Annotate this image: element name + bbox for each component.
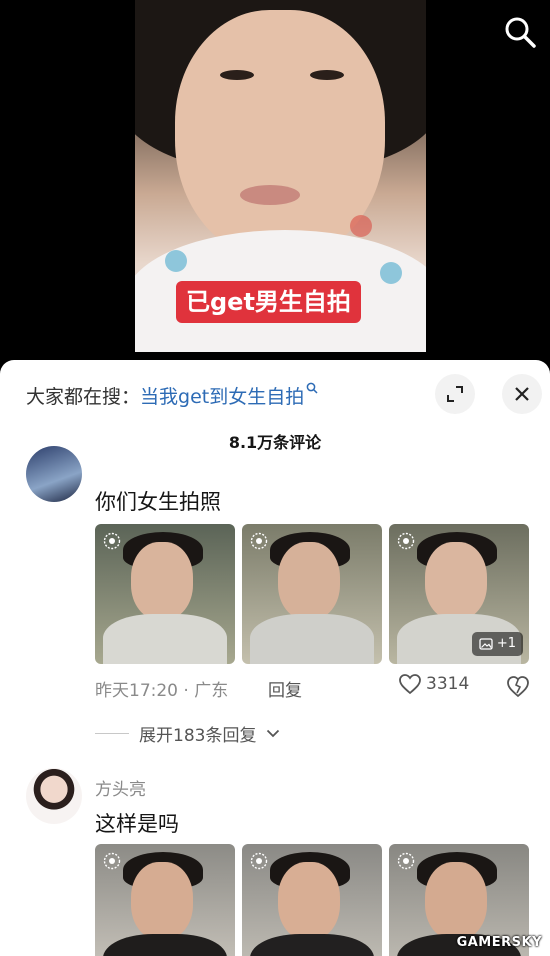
live-photo-icon [250,532,268,550]
fullscreen-icon [447,386,463,402]
live-photo-icon [103,532,121,550]
live-photo-icon [397,852,415,870]
avatar[interactable] [26,768,82,824]
photo-subject-face [131,862,193,940]
search-suggestion-prefix: 大家都在搜： [26,386,141,408]
expand-replies-label: 展开183条回复 [139,726,257,746]
chevron-down-icon [267,729,280,738]
comment-photo[interactable] [242,524,382,664]
divider-line [95,733,129,734]
fullscreen-button[interactable] [435,374,475,414]
search-suggestion[interactable]: 大家都在搜：当我get到女生自拍 [26,382,318,409]
live-photo-icon [250,852,268,870]
more-photos-badge: +1 [471,632,523,656]
avatar[interactable] [26,446,82,502]
shirt-pattern [350,215,372,237]
photo-subject-face [278,542,340,620]
photo-subject-face [278,862,340,940]
comment-count: 8.1万条评论 [228,433,322,452]
comment-photo[interactable] [95,524,235,664]
comment-photo[interactable] [95,844,235,956]
video-subject-eye [220,70,254,80]
video-caption: 已get男生自拍 [176,281,361,323]
expand-replies[interactable]: 展开183条回复 [95,721,280,746]
close-button[interactable] [502,374,542,414]
shirt-pattern [165,250,187,272]
photo-subject-face [425,542,487,620]
live-photo-icon [103,852,121,870]
shirt-pattern [380,262,402,284]
heart-icon [399,674,421,695]
photo-subject-body [103,614,227,664]
photo-subject-face [425,862,487,940]
comment-photo[interactable] [242,844,382,956]
video-subject-mouth [240,185,300,205]
video-subject-eye [310,70,344,80]
live-photo-icon [397,532,415,550]
dislike-icon[interactable] [505,673,531,699]
like-button[interactable]: 3314 [398,673,469,695]
close-icon [515,387,529,401]
comment-text: 你们女生拍照 [95,490,221,514]
comment-username[interactable]: 方头亮 [95,775,146,800]
comment-time-location: 昨天17:20 · 广东 [95,681,229,701]
like-count: 3314 [426,674,470,694]
watermark: GAMERSKY [456,935,542,950]
more-photos-count: +1 [496,636,516,651]
comment-text: 这样是吗 [95,812,179,836]
search-icon[interactable] [502,14,538,50]
comments-panel: 大家都在搜：当我get到女生自拍 8.1万条评论 你们女生拍照 +1 昨天17:… [0,360,550,956]
comment-photo[interactable]: +1 [389,524,529,664]
video-player[interactable]: 已get男生自拍 [0,0,550,362]
photo-subject-body [250,614,374,664]
reply-button[interactable]: 回复 [268,676,302,701]
photo-subject-face [131,542,193,620]
image-icon [479,638,493,650]
search-suggestion-query[interactable]: 当我get到女生自拍 [140,386,304,408]
small-search-icon [306,382,318,394]
